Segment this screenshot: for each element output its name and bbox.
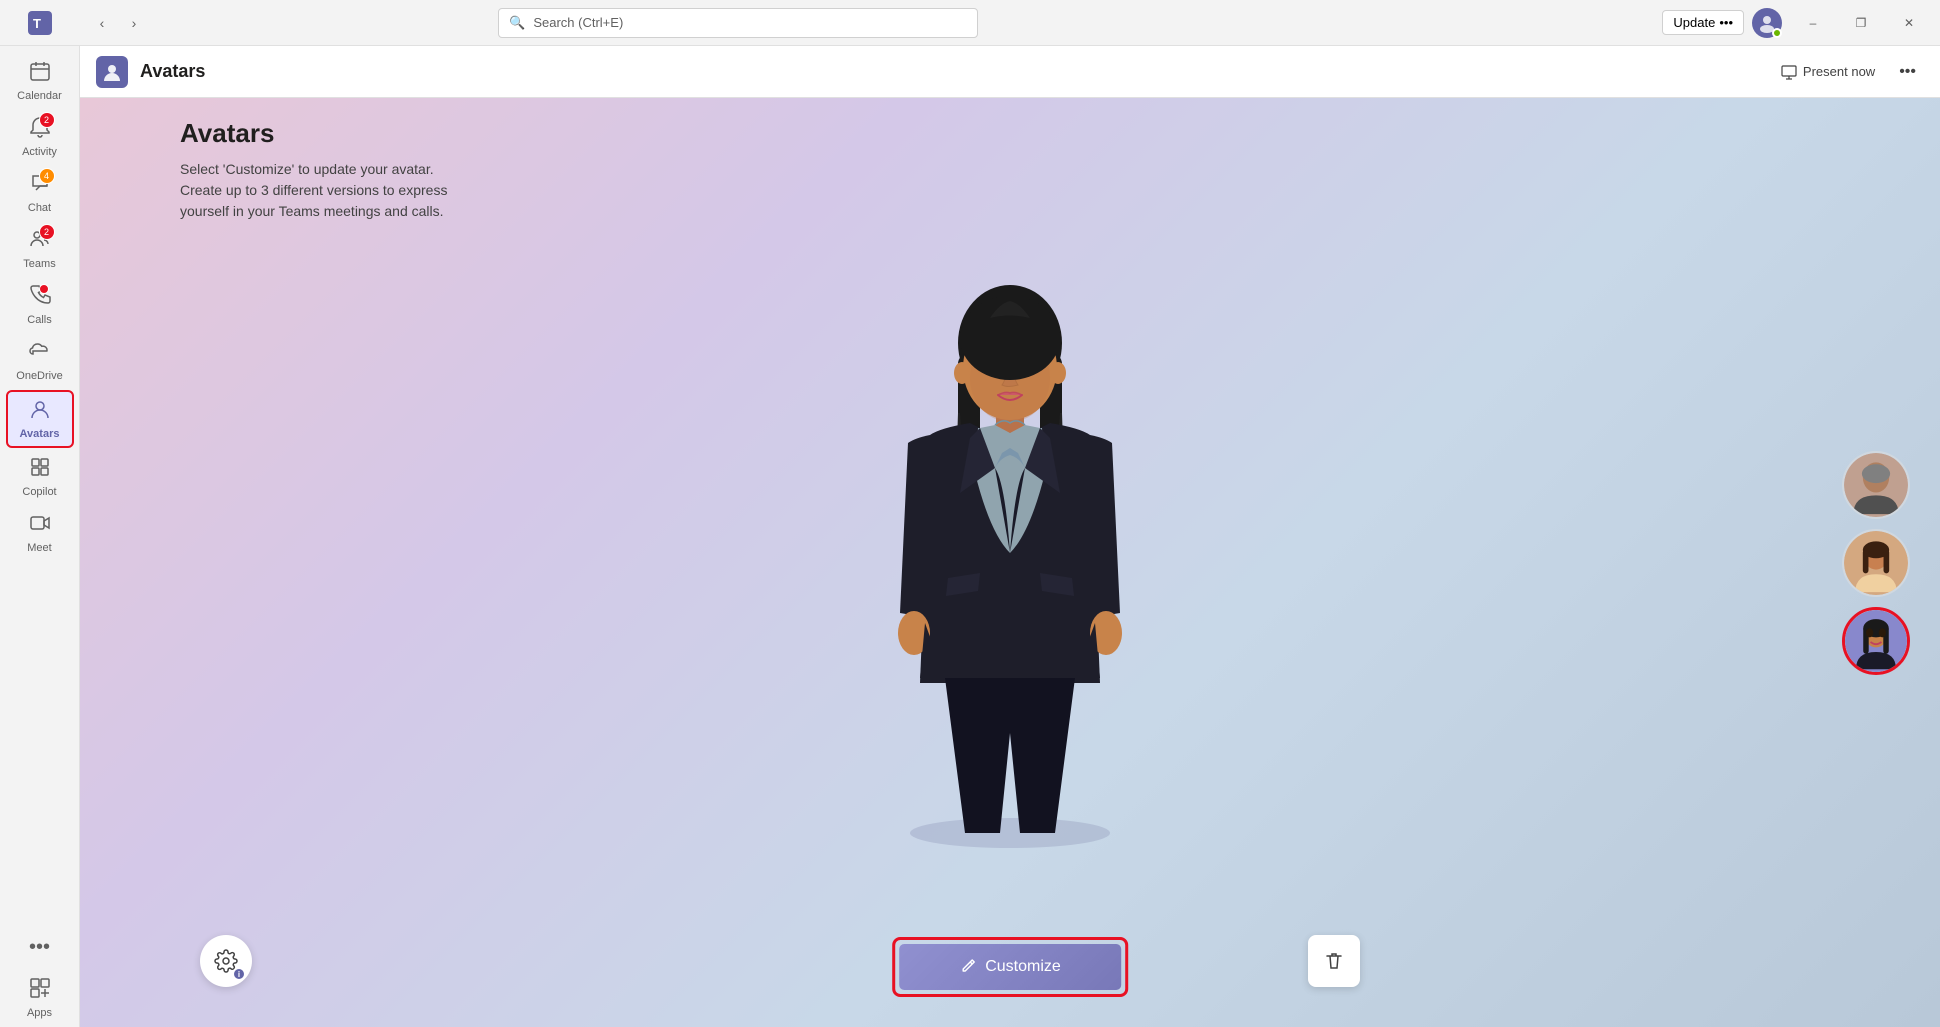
calendar-icon xyxy=(29,60,51,88)
app-header: Avatars Present now ••• xyxy=(80,46,1940,98)
present-now-label: Present now xyxy=(1803,64,1875,79)
app-header-icon xyxy=(96,56,128,88)
avatar-thumb-1[interactable] xyxy=(1842,451,1910,519)
avatar-selector-panel xyxy=(1842,451,1910,675)
delete-button[interactable] xyxy=(1308,935,1360,987)
sidebar-item-label-calls: Calls xyxy=(27,314,51,326)
present-now-button[interactable]: Present now xyxy=(1773,60,1883,84)
sidebar-item-teams[interactable]: 2 Teams xyxy=(6,222,74,276)
customize-button-wrapper: Customize xyxy=(892,937,1128,997)
sidebar-item-label-onedrive: OneDrive xyxy=(16,370,62,382)
status-dot xyxy=(1772,28,1782,38)
nav-controls: ‹ › xyxy=(80,9,156,37)
content-info: Avatars Select 'Customize' to update you… xyxy=(180,118,447,222)
apps-icon xyxy=(29,977,51,1005)
search-bar[interactable]: 🔍 Search (Ctrl+E) xyxy=(498,8,978,38)
minimize-button[interactable]: – xyxy=(1790,0,1836,46)
titlebar: T ‹ › 🔍 Search (Ctrl+E) Update ••• – ❐ ✕ xyxy=(0,0,1940,46)
description: Select 'Customize' to update your avatar… xyxy=(180,159,447,222)
avatar-thumb-2[interactable] xyxy=(1842,529,1910,597)
sidebar-item-label-avatars: Avatars xyxy=(20,428,60,440)
sidebar-item-label-apps: Apps xyxy=(27,1007,52,1019)
sidebar-item-label-chat: Chat xyxy=(28,202,51,214)
customize-label: Customize xyxy=(985,958,1061,976)
search-placeholder: Search (Ctrl+E) xyxy=(533,15,623,30)
chat-badge: 4 xyxy=(39,168,55,184)
copilot-icon xyxy=(29,456,51,484)
description-line3: yourself in your Teams meetings and call… xyxy=(180,203,444,219)
avatar-3d-figure xyxy=(840,283,1180,853)
forward-button[interactable]: › xyxy=(120,9,148,37)
close-button[interactable]: ✕ xyxy=(1886,0,1932,46)
page-title: Avatars xyxy=(180,118,447,149)
sidebar-item-label-teams: Teams xyxy=(23,258,55,270)
sidebar-item-calls[interactable]: Calls xyxy=(6,278,74,332)
description-line2: Create up to 3 different versions to exp… xyxy=(180,182,447,198)
window-controls: – ❐ ✕ xyxy=(1790,0,1932,46)
sidebar-item-calendar[interactable]: Calendar xyxy=(6,54,74,108)
teams-icon: 2 xyxy=(29,228,51,256)
header-more-button[interactable]: ••• xyxy=(1891,59,1924,85)
sidebar-item-avatars[interactable]: Avatars xyxy=(6,390,74,448)
back-button[interactable]: ‹ xyxy=(88,9,116,37)
settings-button[interactable]: i xyxy=(200,935,252,987)
sidebar-item-label-copilot: Copilot xyxy=(22,486,56,498)
teams-badge: 2 xyxy=(39,224,55,240)
activity-badge: 2 xyxy=(39,112,55,128)
update-dots-icon: ••• xyxy=(1719,15,1733,30)
header-right: Present now ••• xyxy=(1773,59,1924,85)
sidebar-item-onedrive[interactable]: OneDrive xyxy=(6,334,74,388)
sidebar-item-copilot[interactable]: Copilot xyxy=(6,450,74,504)
description-line1: Select 'Customize' to update your avatar… xyxy=(180,161,434,177)
user-avatar[interactable] xyxy=(1752,8,1782,38)
sidebar-item-activity[interactable]: 2 Activity xyxy=(6,110,74,164)
avatars-icon xyxy=(29,398,51,426)
main-content: Avatars Select 'Customize' to update you… xyxy=(80,98,1940,1027)
sidebar-item-label-calendar: Calendar xyxy=(17,90,62,102)
sidebar-item-chat[interactable]: 4 Chat xyxy=(6,166,74,220)
onedrive-icon xyxy=(29,340,51,368)
app-title: Avatars xyxy=(140,61,205,82)
sidebar-item-apps[interactable]: Apps xyxy=(6,971,74,1025)
chat-icon: 4 xyxy=(29,172,51,200)
search-icon: 🔍 xyxy=(509,15,525,31)
titlebar-right: Update ••• – ❐ ✕ xyxy=(1662,0,1940,46)
update-button[interactable]: Update ••• xyxy=(1662,10,1744,35)
svg-text:T: T xyxy=(33,16,41,31)
meet-icon xyxy=(29,512,51,540)
sidebar-item-label-activity: Activity xyxy=(22,146,57,158)
calls-badge xyxy=(39,284,49,294)
activity-icon: 2 xyxy=(29,116,51,144)
sidebar-item-label-meet: Meet xyxy=(27,542,51,554)
update-label: Update xyxy=(1673,15,1715,30)
customize-button[interactable]: Customize xyxy=(899,944,1121,990)
teams-logo: T xyxy=(0,11,80,35)
sidebar-item-meet[interactable]: Meet xyxy=(6,506,74,560)
sidebar: Calendar 2 Activity 4 Chat xyxy=(0,46,80,1027)
maximize-button[interactable]: ❐ xyxy=(1838,0,1884,46)
avatar-thumb-3[interactable] xyxy=(1842,607,1910,675)
avatar-display xyxy=(80,98,1940,1027)
sidebar-more-button[interactable]: ••• xyxy=(21,928,58,967)
calls-icon xyxy=(29,284,51,312)
